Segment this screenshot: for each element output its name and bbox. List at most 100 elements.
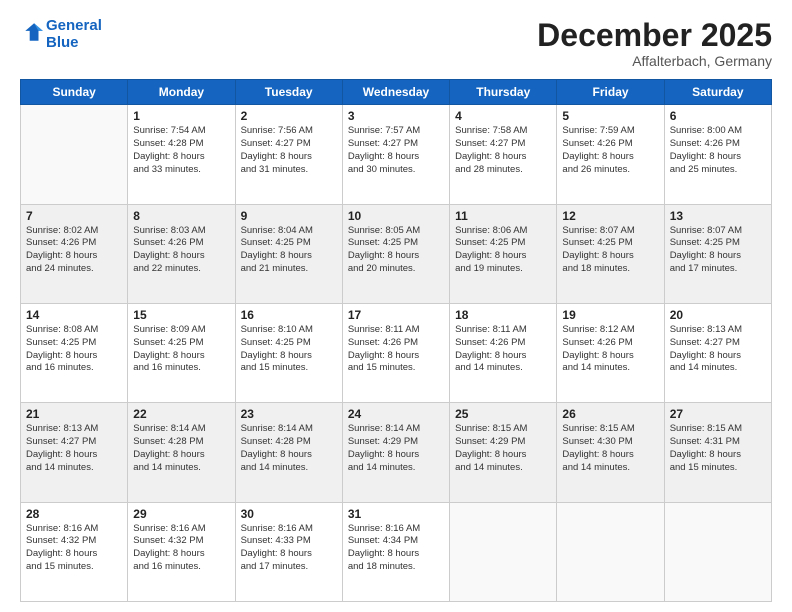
day-info: Sunrise: 8:13 AMSunset: 4:27 PMDaylight:… — [26, 423, 122, 474]
day-number: 23 — [241, 407, 337, 421]
calendar-week-row: 1 Sunrise: 7:54 AMSunset: 4:28 PMDaylight… — [21, 105, 772, 204]
day-number: 7 — [26, 209, 122, 223]
calendar-cell: 3 Sunrise: 7:57 AMSunset: 4:27 PMDaylight… — [342, 105, 449, 204]
calendar-cell: 25 Sunrise: 8:15 AMSunset: 4:29 PMDayligh… — [450, 403, 557, 502]
calendar-week-row: 21 Sunrise: 8:13 AMSunset: 4:27 PMDayligh… — [21, 403, 772, 502]
day-info: Sunrise: 8:06 AMSunset: 4:25 PMDaylight:… — [455, 225, 551, 276]
day-info: Sunrise: 8:02 AMSunset: 4:26 PMDaylight:… — [26, 225, 122, 276]
calendar-day-header: Wednesday — [342, 80, 449, 105]
calendar-day-header: Thursday — [450, 80, 557, 105]
day-info: Sunrise: 8:15 AMSunset: 4:31 PMDaylight:… — [670, 423, 766, 474]
day-number: 22 — [133, 407, 229, 421]
day-number: 24 — [348, 407, 444, 421]
day-info: Sunrise: 7:56 AMSunset: 4:27 PMDaylight:… — [241, 125, 337, 176]
day-number: 27 — [670, 407, 766, 421]
calendar-cell: 13Sunrise: 8:07 AMSunset: 4:25 PMDayligh… — [664, 204, 771, 303]
month-title: December 2025 — [537, 18, 772, 53]
calendar-cell: 21 Sunrise: 8:13 AMSunset: 4:27 PMDayligh… — [21, 403, 128, 502]
day-number: 25 — [455, 407, 551, 421]
day-info: Sunrise: 8:03 AMSunset: 4:26 PMDaylight:… — [133, 225, 229, 276]
day-number: 4 — [455, 109, 551, 123]
calendar-week-row: 14 Sunrise: 8:08 AMSunset: 4:25 PMDayligh… — [21, 303, 772, 402]
day-number: 16 — [241, 308, 337, 322]
day-number: 21 — [26, 407, 122, 421]
logo-text: General Blue — [46, 18, 102, 51]
day-info: Sunrise: 7:57 AMSunset: 4:27 PMDaylight:… — [348, 125, 444, 176]
calendar-cell: 24Sunrise: 8:14 AMSunset: 4:29 PMDayligh… — [342, 403, 449, 502]
calendar-cell: 6 Sunrise: 8:00 AMSunset: 4:26 PMDaylight… — [664, 105, 771, 204]
calendar-cell: 27 Sunrise: 8:15 AMSunset: 4:31 PMDayligh… — [664, 403, 771, 502]
calendar-cell: 31 Sunrise: 8:16 AMSunset: 4:34 PMDayligh… — [342, 502, 449, 601]
day-number: 2 — [241, 109, 337, 123]
day-number: 18 — [455, 308, 551, 322]
day-info: Sunrise: 8:11 AMSunset: 4:26 PMDaylight:… — [455, 324, 551, 375]
day-info: Sunrise: 8:04 AMSunset: 4:25 PMDaylight:… — [241, 225, 337, 276]
calendar-cell: 20Sunrise: 8:13 AMSunset: 4:27 PMDayligh… — [664, 303, 771, 402]
calendar-day-header: Friday — [557, 80, 664, 105]
day-info: Sunrise: 8:16 AMSunset: 4:33 PMDaylight:… — [241, 523, 337, 574]
calendar-cell: 16 Sunrise: 8:10 AMSunset: 4:25 PMDayligh… — [235, 303, 342, 402]
day-number: 1 — [133, 109, 229, 123]
calendar-cell: 22 Sunrise: 8:14 AMSunset: 4:28 PMDayligh… — [128, 403, 235, 502]
day-number: 3 — [348, 109, 444, 123]
day-number: 19 — [562, 308, 658, 322]
calendar-cell: 8 Sunrise: 8:03 AMSunset: 4:26 PMDaylight… — [128, 204, 235, 303]
calendar-cell: 11 Sunrise: 8:06 AMSunset: 4:25 PMDayligh… — [450, 204, 557, 303]
day-info: Sunrise: 8:12 AMSunset: 4:26 PMDaylight:… — [562, 324, 658, 375]
day-info: Sunrise: 7:59 AMSunset: 4:26 PMDaylight:… — [562, 125, 658, 176]
day-number: 6 — [670, 109, 766, 123]
day-number: 31 — [348, 507, 444, 521]
calendar-cell — [664, 502, 771, 601]
day-number: 14 — [26, 308, 122, 322]
calendar-cell: 7 Sunrise: 8:02 AMSunset: 4:26 PMDaylight… — [21, 204, 128, 303]
day-number: 30 — [241, 507, 337, 521]
calendar-day-header: Sunday — [21, 80, 128, 105]
calendar-cell: 14 Sunrise: 8:08 AMSunset: 4:25 PMDayligh… — [21, 303, 128, 402]
day-number: 28 — [26, 507, 122, 521]
day-info: Sunrise: 8:16 AMSunset: 4:32 PMDaylight:… — [26, 523, 122, 574]
day-info: Sunrise: 8:10 AMSunset: 4:25 PMDaylight:… — [241, 324, 337, 375]
day-info: Sunrise: 8:05 AMSunset: 4:25 PMDaylight:… — [348, 225, 444, 276]
logo: General Blue — [20, 18, 102, 51]
calendar-cell: 26Sunrise: 8:15 AMSunset: 4:30 PMDayligh… — [557, 403, 664, 502]
calendar-cell: 23 Sunrise: 8:14 AMSunset: 4:28 PMDayligh… — [235, 403, 342, 502]
calendar-cell: 15 Sunrise: 8:09 AMSunset: 4:25 PMDayligh… — [128, 303, 235, 402]
day-number: 11 — [455, 209, 551, 223]
calendar-day-header: Saturday — [664, 80, 771, 105]
day-number: 9 — [241, 209, 337, 223]
day-info: Sunrise: 8:14 AMSunset: 4:28 PMDaylight:… — [133, 423, 229, 474]
calendar-day-header: Tuesday — [235, 80, 342, 105]
calendar-cell: 10Sunrise: 8:05 AMSunset: 4:25 PMDayligh… — [342, 204, 449, 303]
day-info: Sunrise: 8:00 AMSunset: 4:26 PMDaylight:… — [670, 125, 766, 176]
calendar-cell: 18 Sunrise: 8:11 AMSunset: 4:26 PMDayligh… — [450, 303, 557, 402]
calendar-cell — [557, 502, 664, 601]
day-info: Sunrise: 8:07 AMSunset: 4:25 PMDaylight:… — [562, 225, 658, 276]
day-info: Sunrise: 7:54 AMSunset: 4:28 PMDaylight:… — [133, 125, 229, 176]
day-info: Sunrise: 8:16 AMSunset: 4:34 PMDaylight:… — [348, 523, 444, 574]
day-number: 15 — [133, 308, 229, 322]
calendar-cell: 28 Sunrise: 8:16 AMSunset: 4:32 PMDayligh… — [21, 502, 128, 601]
day-info: Sunrise: 8:14 AMSunset: 4:28 PMDaylight:… — [241, 423, 337, 474]
calendar-cell: 12Sunrise: 8:07 AMSunset: 4:25 PMDayligh… — [557, 204, 664, 303]
day-info: Sunrise: 8:09 AMSunset: 4:25 PMDaylight:… — [133, 324, 229, 375]
logo-general: General — [46, 17, 102, 34]
page: General Blue December 2025 Affalterbach,… — [0, 0, 792, 612]
day-number: 29 — [133, 507, 229, 521]
calendar-cell: 9 Sunrise: 8:04 AMSunset: 4:25 PMDaylight… — [235, 204, 342, 303]
day-number: 26 — [562, 407, 658, 421]
title-block: December 2025 Affalterbach, Germany — [537, 18, 772, 69]
day-number: 20 — [670, 308, 766, 322]
day-number: 13 — [670, 209, 766, 223]
calendar-cell: 29Sunrise: 8:16 AMSunset: 4:32 PMDayligh… — [128, 502, 235, 601]
day-number: 17 — [348, 308, 444, 322]
calendar-day-header: Monday — [128, 80, 235, 105]
location: Affalterbach, Germany — [537, 53, 772, 69]
logo-blue: Blue — [46, 34, 79, 51]
calendar-cell — [450, 502, 557, 601]
logo-icon — [22, 21, 44, 43]
day-number: 8 — [133, 209, 229, 223]
calendar-cell: 17 Sunrise: 8:11 AMSunset: 4:26 PMDayligh… — [342, 303, 449, 402]
day-info: Sunrise: 8:08 AMSunset: 4:25 PMDaylight:… — [26, 324, 122, 375]
day-info: Sunrise: 8:11 AMSunset: 4:26 PMDaylight:… — [348, 324, 444, 375]
day-info: Sunrise: 8:15 AMSunset: 4:29 PMDaylight:… — [455, 423, 551, 474]
